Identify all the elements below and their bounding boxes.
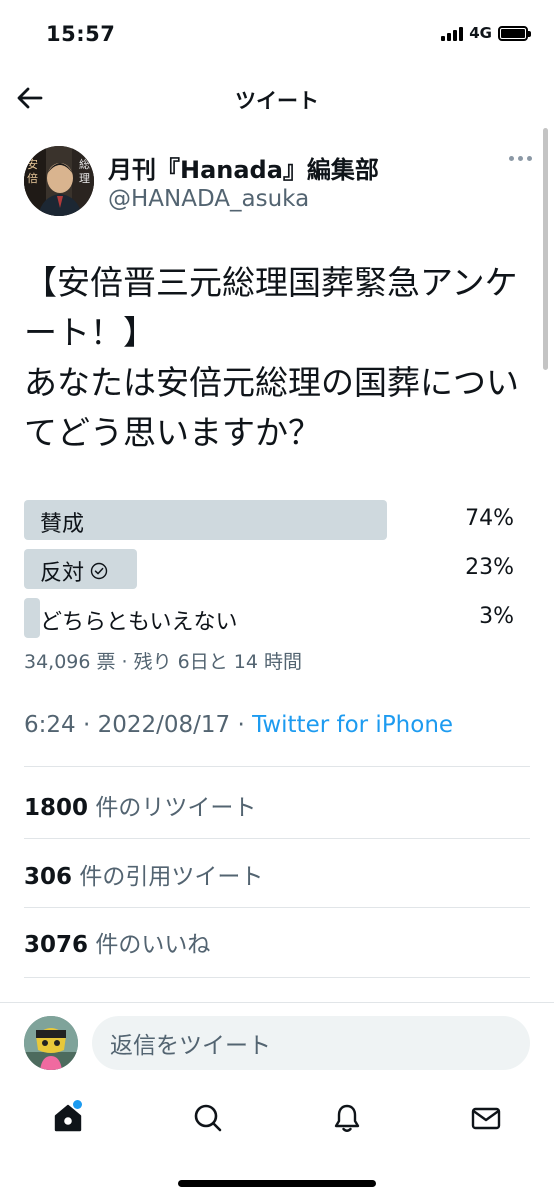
check-circle-icon [90,562,108,580]
tab-messages[interactable] [466,1098,506,1138]
likes-label: 件のいいね [95,932,211,958]
retweets-stat[interactable]: 1800 件のリツイート [24,788,256,822]
source-link[interactable]: Twitter for iPhone [252,712,453,738]
svg-text:倍: 倍 [27,171,38,185]
avatar-image: 安 倍 総 理 [24,146,94,216]
divider [24,977,530,978]
notification-dot [73,1100,82,1109]
retweets-label: 件のリツイート [95,795,257,821]
svg-text:総: 総 [79,157,90,171]
scrollbar[interactable] [543,128,548,370]
more-options-button[interactable] [509,156,532,161]
poll-option-percent: 23% [465,555,514,580]
divider [24,766,530,767]
quotes-label: 件の引用ツイート [79,864,264,890]
author-avatar[interactable]: 安 倍 総 理 [24,146,94,216]
tab-home[interactable] [48,1098,88,1138]
quotes-stat[interactable]: 306 件の引用ツイート [24,857,263,891]
avatar-image [24,1016,78,1070]
network-type: 4G [469,24,492,42]
retweets-count: 1800 [24,795,89,821]
page-title: ツイート [235,89,319,113]
divider [24,838,530,839]
poll-meta: 34,096 票 · 残り 6日と 14 時間 [24,651,303,673]
poll-bar [24,598,40,638]
bell-icon [334,1104,360,1132]
tab-notifications[interactable] [327,1098,367,1138]
quotes-count: 306 [24,864,73,890]
user-avatar[interactable] [24,1016,78,1070]
poll: 賛成 74% 反対 23% どちらともいえない 3% 34,096 票 · 残り… [24,500,514,674]
envelope-icon [471,1107,501,1130]
more-dot-icon [518,156,523,161]
poll-option-label: 賛成 [40,512,85,537]
likes-stat[interactable]: 3076 件のいいね [24,925,210,959]
battery-icon [498,25,531,41]
status-indicators: 4G [441,24,531,42]
status-time: 15:57 [46,22,116,46]
home-indicator [178,1180,376,1187]
poll-option-percent: 74% [465,506,514,531]
tweet-timestamp: 6:24 · 2022/08/17 · Twitter for iPhone [24,712,453,738]
nav-header: ツイート [0,76,554,120]
reply-bar: 返信をツイート [0,1002,554,1082]
poll-option: 賛成 74% [24,500,514,540]
author-name[interactable]: 月刊『Hanada』編集部 [108,150,379,185]
divider [24,907,530,908]
more-dot-icon [527,156,532,161]
svg-text:理: 理 [79,172,90,185]
tab-search[interactable] [188,1098,228,1138]
poll-option: 反対 23% [24,549,514,589]
tweet-text: 【安倍晋三元総理国葬緊急アンケート！】 あなたは安倍元総理の国葬についてどう思い… [24,263,519,452]
poll-option-label: どちらともいえない [40,610,238,635]
status-bar: 15:57 4G [0,0,554,70]
more-dot-icon [509,156,514,161]
likes-count: 3076 [24,932,89,958]
poll-option-percent: 3% [479,604,514,629]
poll-option: どちらともいえない 3% [24,598,514,638]
author-handle[interactable]: @HANADA_asuka [108,186,309,212]
search-icon [194,1104,222,1132]
signal-icon [441,26,464,41]
svg-text:安: 安 [27,157,38,171]
reply-input[interactable]: 返信をツイート [92,1016,530,1070]
timestamp-text: 6:24 · 2022/08/17 · [24,712,253,738]
poll-option-label: 反対 [40,561,85,586]
tab-bar [0,1082,554,1152]
